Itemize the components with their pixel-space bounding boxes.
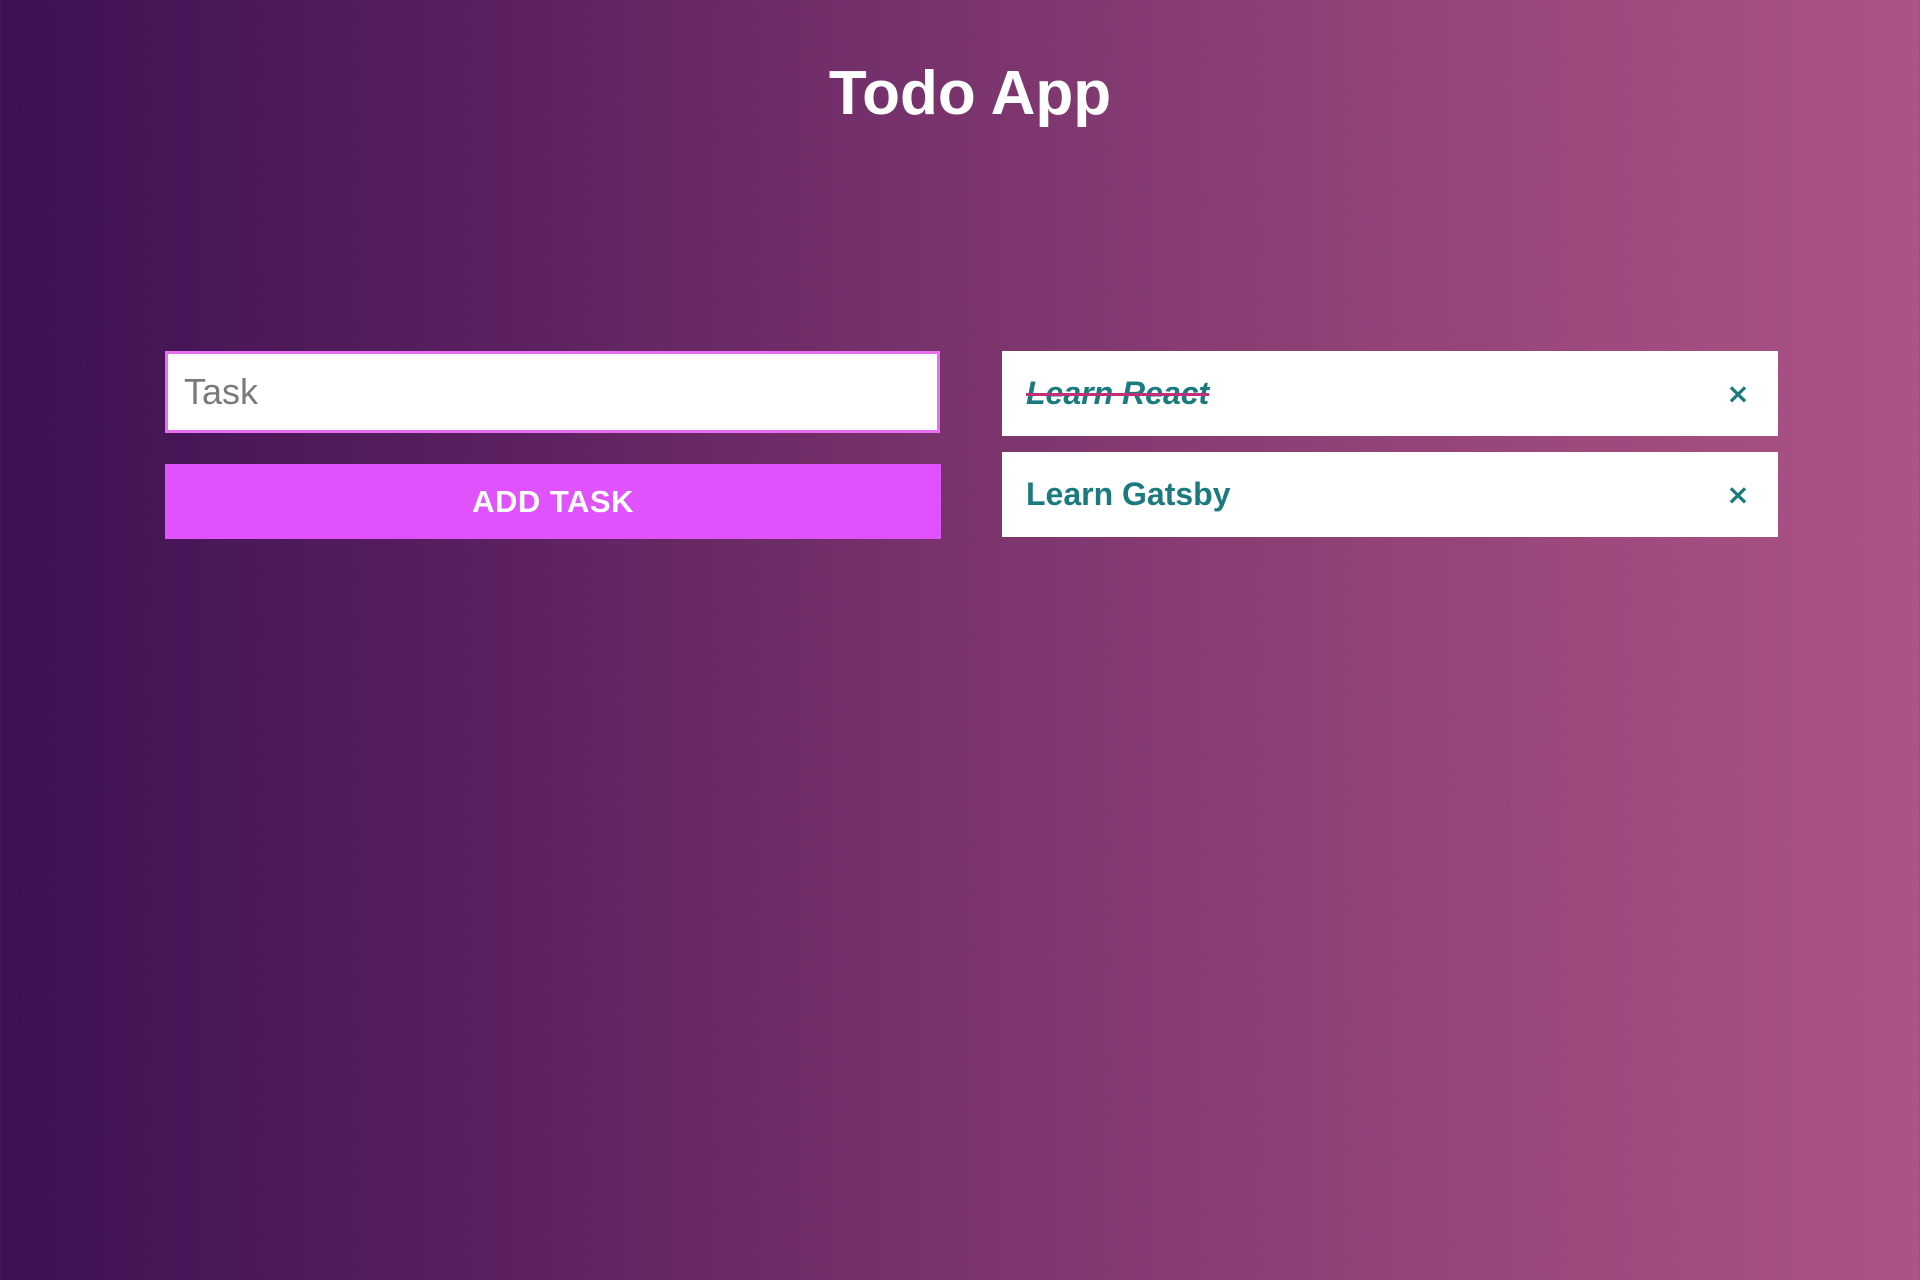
list-item: Learn React ×: [1002, 351, 1778, 436]
close-icon[interactable]: ×: [1722, 377, 1754, 410]
task-text[interactable]: Learn Gatsby: [1026, 476, 1231, 513]
add-task-button[interactable]: ADD TASK: [165, 464, 941, 539]
task-list: Learn React × Learn Gatsby ×: [1002, 351, 1778, 553]
page-title: Todo App: [828, 59, 1112, 128]
task-input[interactable]: [165, 351, 940, 433]
close-icon[interactable]: ×: [1722, 478, 1754, 511]
list-item: Learn Gatsby ×: [1002, 452, 1778, 537]
task-text[interactable]: Learn React: [1026, 375, 1209, 412]
